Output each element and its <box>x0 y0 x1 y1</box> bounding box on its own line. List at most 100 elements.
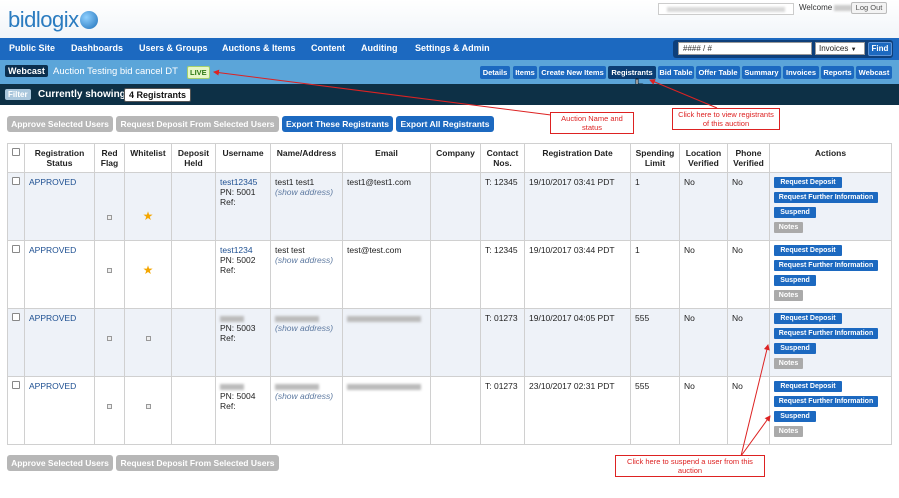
request-further-info-button[interactable]: Request Further Information <box>774 260 878 271</box>
suspend-button[interactable]: Suspend <box>774 275 816 286</box>
paddle-number: PN: 5003 <box>220 323 256 333</box>
red-flag-cell[interactable] <box>94 240 125 309</box>
nav-public-site[interactable]: Public Site <box>9 43 55 53</box>
actions-cell: Request Deposit Request Further Informat… <box>769 308 892 377</box>
spending-limit-cell: 1 <box>630 172 680 241</box>
tab-webcast[interactable]: Webcast <box>856 66 892 79</box>
select-all-header[interactable] <box>7 143 25 173</box>
request-deposit-button[interactable]: Request Deposit <box>774 245 842 256</box>
show-address-link[interactable]: (show address) <box>275 323 338 333</box>
find-button[interactable]: Find <box>868 42 892 56</box>
tab-summary[interactable]: Summary <box>742 66 781 79</box>
header-location-verified: Location Verified <box>679 143 728 173</box>
paddle-number: PN: 5004 <box>220 391 256 401</box>
select-all-checkbox[interactable] <box>12 148 20 156</box>
header-username: Username <box>215 143 271 173</box>
bidlogix-logo[interactable]: bidlogix <box>8 7 98 33</box>
suspend-button[interactable]: Suspend <box>774 343 816 354</box>
tab-offer-table[interactable]: Offer Table <box>696 66 740 79</box>
red-flag-toggle[interactable] <box>107 404 112 409</box>
whitelist-star-icon[interactable]: ★ <box>143 263 154 277</box>
row-checkbox-cell[interactable] <box>7 240 25 309</box>
whitelist-cell[interactable] <box>124 308 172 377</box>
red-flag-toggle[interactable] <box>107 336 112 341</box>
suspend-button[interactable]: Suspend <box>774 411 816 422</box>
annotation-auction-name: Auction Name and status <box>550 112 634 134</box>
tab-invoices[interactable]: Invoices <box>783 66 819 79</box>
tab-items[interactable]: Items <box>513 66 537 79</box>
phone-verified-cell: No <box>727 240 770 309</box>
contact-cell: T: 01273 <box>480 376 525 445</box>
whitelist-cell[interactable] <box>124 376 172 445</box>
nav-users-groups[interactable]: Users & Groups <box>139 43 208 53</box>
red-flag-cell[interactable] <box>94 308 125 377</box>
suspend-button[interactable]: Suspend <box>774 207 816 218</box>
search-type-select[interactable]: Invoices ▼ <box>815 42 865 55</box>
row-checkbox[interactable] <box>12 177 20 185</box>
row-checkbox-cell[interactable] <box>7 308 25 377</box>
request-deposit-selected-button[interactable]: Request Deposit From Selected Users <box>116 116 279 132</box>
red-flag-cell[interactable] <box>94 172 125 241</box>
filter-button[interactable]: Filter <box>5 89 31 100</box>
nav-auditing[interactable]: Auditing <box>361 43 398 53</box>
header-whitelist: Whitelist <box>124 143 172 173</box>
notes-button[interactable]: Notes <box>774 358 803 369</box>
whitelist-toggle[interactable] <box>145 336 151 341</box>
whitelist-star-icon[interactable]: ★ <box>143 209 154 223</box>
show-address-link[interactable]: (show address) <box>275 187 338 197</box>
auction-name: Auction Testing bid cancel DT <box>53 66 178 77</box>
request-deposit-button[interactable]: Request Deposit <box>774 381 842 392</box>
nav-auctions-items[interactable]: Auctions & Items <box>222 43 296 53</box>
show-address-link[interactable]: (show address) <box>275 255 338 265</box>
row-checkbox[interactable] <box>12 313 20 321</box>
row-checkbox[interactable] <box>12 245 20 253</box>
annotation-registrants: Click here to view registrants of this a… <box>672 108 780 130</box>
show-address-link[interactable]: (show address) <box>275 391 338 401</box>
username-redacted <box>220 381 266 391</box>
red-flag-toggle[interactable] <box>107 214 112 220</box>
row-checkbox-cell[interactable] <box>7 172 25 241</box>
registration-status: APPROVED <box>24 376 95 445</box>
request-further-info-button[interactable]: Request Further Information <box>774 396 878 407</box>
search-input[interactable]: #### / # <box>678 42 812 55</box>
notes-button[interactable]: Notes <box>774 426 803 437</box>
deposit-held-cell <box>171 172 216 241</box>
request-deposit-button[interactable]: Request Deposit <box>774 313 842 324</box>
username-link[interactable]: test1234 <box>220 245 266 255</box>
tab-registrants[interactable]: Registrants <box>608 66 656 79</box>
row-checkbox[interactable] <box>12 381 20 389</box>
whitelist-toggle[interactable] <box>145 404 151 409</box>
tab-create-new-items[interactable]: Create New Items <box>539 66 606 79</box>
tab-details[interactable]: Details <box>480 66 510 79</box>
export-all-button[interactable]: Export All Registrants <box>396 116 494 132</box>
red-flag-cell[interactable] <box>94 376 125 445</box>
notes-button[interactable]: Notes <box>774 290 803 301</box>
approve-selected-button[interactable]: Approve Selected Users <box>7 116 113 132</box>
export-these-button[interactable]: Export These Registrants <box>282 116 393 132</box>
annotation-suspend: Click here to suspend a user from this a… <box>615 455 765 477</box>
logout-button[interactable]: Log Out <box>851 2 887 14</box>
whitelist-cell[interactable]: ★ <box>124 240 172 309</box>
request-deposit-button[interactable]: Request Deposit <box>774 177 842 188</box>
email-cell: test1@test1.com <box>342 172 431 241</box>
nav-settings-admin[interactable]: Settings & Admin <box>415 43 490 53</box>
tab-reports[interactable]: Reports <box>821 66 854 79</box>
username-link[interactable]: test12345 <box>220 177 266 187</box>
header-company: Company <box>430 143 481 173</box>
name-address-cell: test test (show address) <box>270 240 343 309</box>
request-deposit-selected-button-bottom[interactable]: Request Deposit From Selected Users <box>116 455 279 471</box>
request-further-info-button[interactable]: Request Further Information <box>774 192 878 203</box>
notes-button[interactable]: Notes <box>774 222 803 233</box>
request-further-info-button[interactable]: Request Further Information <box>774 328 878 339</box>
nav-content[interactable]: Content <box>311 43 345 53</box>
red-flag-toggle[interactable] <box>107 268 112 273</box>
actions-cell: Request Deposit Request Further Informat… <box>769 172 892 241</box>
contact-cell: T: 01273 <box>480 308 525 377</box>
user-selector[interactable] <box>658 3 794 15</box>
approve-selected-button-bottom[interactable]: Approve Selected Users <box>7 455 113 471</box>
nav-dashboards[interactable]: Dashboards <box>71 43 123 53</box>
table-row: APPROVED ★ test1234 PN: 5002 Ref: test tes… <box>7 240 892 309</box>
whitelist-cell[interactable]: ★ <box>124 172 172 241</box>
row-checkbox-cell[interactable] <box>7 376 25 445</box>
tab-bid-table[interactable]: Bid Table <box>658 66 694 79</box>
